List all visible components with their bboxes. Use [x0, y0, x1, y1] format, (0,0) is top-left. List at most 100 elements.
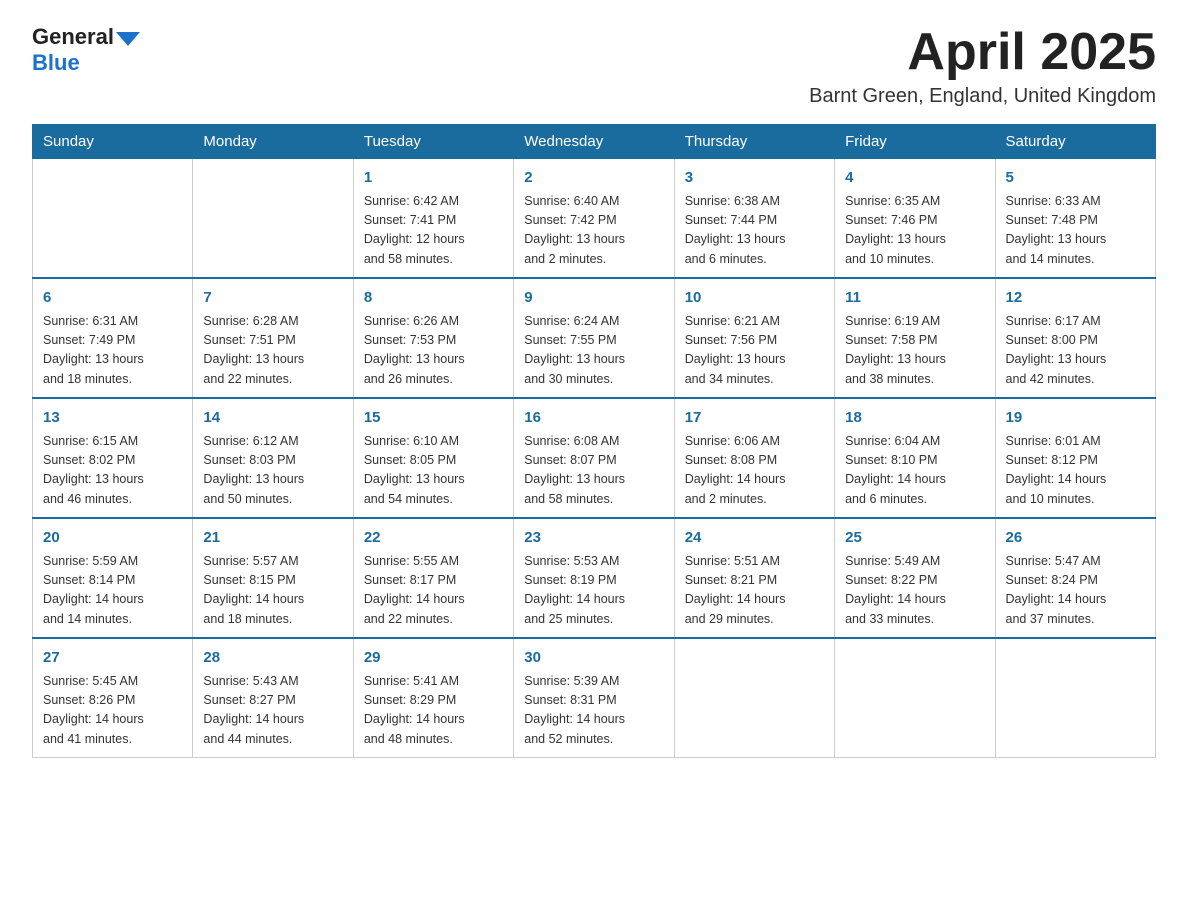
day-number: 18 — [845, 407, 984, 430]
calendar-week-row: 13Sunrise: 6:15 AMSunset: 8:02 PMDayligh… — [33, 398, 1156, 518]
calendar-cell: 27Sunrise: 5:45 AMSunset: 8:26 PMDayligh… — [33, 638, 193, 758]
day-number: 1 — [364, 167, 503, 190]
day-info: Sunrise: 5:45 AMSunset: 8:26 PMDaylight:… — [43, 672, 182, 750]
calendar-cell: 13Sunrise: 6:15 AMSunset: 8:02 PMDayligh… — [33, 398, 193, 518]
day-info: Sunrise: 6:19 AMSunset: 7:58 PMDaylight:… — [845, 312, 984, 390]
day-number: 20 — [43, 527, 182, 550]
calendar-week-row: 27Sunrise: 5:45 AMSunset: 8:26 PMDayligh… — [33, 638, 1156, 758]
calendar-cell: 20Sunrise: 5:59 AMSunset: 8:14 PMDayligh… — [33, 518, 193, 638]
day-number: 9 — [524, 287, 663, 310]
day-info: Sunrise: 5:55 AMSunset: 8:17 PMDaylight:… — [364, 552, 503, 630]
day-info: Sunrise: 6:33 AMSunset: 7:48 PMDaylight:… — [1006, 192, 1145, 270]
day-info: Sunrise: 5:41 AMSunset: 8:29 PMDaylight:… — [364, 672, 503, 750]
calendar-cell: 12Sunrise: 6:17 AMSunset: 8:00 PMDayligh… — [995, 278, 1155, 398]
calendar-week-row: 1Sunrise: 6:42 AMSunset: 7:41 PMDaylight… — [33, 159, 1156, 279]
calendar-cell — [33, 159, 193, 279]
day-number: 25 — [845, 527, 984, 550]
day-number: 7 — [203, 287, 342, 310]
calendar-header-saturday: Saturday — [995, 125, 1155, 159]
day-number: 3 — [685, 167, 824, 190]
day-info: Sunrise: 5:43 AMSunset: 8:27 PMDaylight:… — [203, 672, 342, 750]
calendar-cell: 24Sunrise: 5:51 AMSunset: 8:21 PMDayligh… — [674, 518, 834, 638]
day-info: Sunrise: 5:57 AMSunset: 8:15 PMDaylight:… — [203, 552, 342, 630]
day-info: Sunrise: 6:10 AMSunset: 8:05 PMDaylight:… — [364, 432, 503, 510]
month-title: April 2025 — [809, 24, 1156, 81]
calendar-cell: 26Sunrise: 5:47 AMSunset: 8:24 PMDayligh… — [995, 518, 1155, 638]
logo-text: General — [32, 24, 140, 50]
calendar-cell: 7Sunrise: 6:28 AMSunset: 7:51 PMDaylight… — [193, 278, 353, 398]
day-info: Sunrise: 5:39 AMSunset: 8:31 PMDaylight:… — [524, 672, 663, 750]
calendar-cell: 6Sunrise: 6:31 AMSunset: 7:49 PMDaylight… — [33, 278, 193, 398]
logo-arrow-icon — [116, 32, 140, 46]
day-number: 5 — [1006, 167, 1145, 190]
day-info: Sunrise: 6:21 AMSunset: 7:56 PMDaylight:… — [685, 312, 824, 390]
day-number: 17 — [685, 407, 824, 430]
day-info: Sunrise: 6:31 AMSunset: 7:49 PMDaylight:… — [43, 312, 182, 390]
day-number: 19 — [1006, 407, 1145, 430]
day-info: Sunrise: 5:49 AMSunset: 8:22 PMDaylight:… — [845, 552, 984, 630]
day-info: Sunrise: 6:06 AMSunset: 8:08 PMDaylight:… — [685, 432, 824, 510]
calendar-week-row: 20Sunrise: 5:59 AMSunset: 8:14 PMDayligh… — [33, 518, 1156, 638]
calendar-cell: 23Sunrise: 5:53 AMSunset: 8:19 PMDayligh… — [514, 518, 674, 638]
calendar-header-monday: Monday — [193, 125, 353, 159]
day-info: Sunrise: 6:38 AMSunset: 7:44 PMDaylight:… — [685, 192, 824, 270]
calendar-cell: 3Sunrise: 6:38 AMSunset: 7:44 PMDaylight… — [674, 159, 834, 279]
calendar-cell: 30Sunrise: 5:39 AMSunset: 8:31 PMDayligh… — [514, 638, 674, 758]
day-number: 24 — [685, 527, 824, 550]
calendar-header-sunday: Sunday — [33, 125, 193, 159]
calendar-cell: 11Sunrise: 6:19 AMSunset: 7:58 PMDayligh… — [835, 278, 995, 398]
day-number: 2 — [524, 167, 663, 190]
calendar-cell: 2Sunrise: 6:40 AMSunset: 7:42 PMDaylight… — [514, 159, 674, 279]
calendar-cell: 14Sunrise: 6:12 AMSunset: 8:03 PMDayligh… — [193, 398, 353, 518]
day-info: Sunrise: 6:26 AMSunset: 7:53 PMDaylight:… — [364, 312, 503, 390]
day-info: Sunrise: 5:59 AMSunset: 8:14 PMDaylight:… — [43, 552, 182, 630]
day-number: 21 — [203, 527, 342, 550]
calendar-table: SundayMondayTuesdayWednesdayThursdayFrid… — [32, 124, 1156, 758]
day-number: 8 — [364, 287, 503, 310]
day-number: 4 — [845, 167, 984, 190]
day-info: Sunrise: 6:01 AMSunset: 8:12 PMDaylight:… — [1006, 432, 1145, 510]
calendar-cell: 29Sunrise: 5:41 AMSunset: 8:29 PMDayligh… — [353, 638, 513, 758]
calendar-header-tuesday: Tuesday — [353, 125, 513, 159]
calendar-cell: 16Sunrise: 6:08 AMSunset: 8:07 PMDayligh… — [514, 398, 674, 518]
day-info: Sunrise: 6:15 AMSunset: 8:02 PMDaylight:… — [43, 432, 182, 510]
day-info: Sunrise: 6:24 AMSunset: 7:55 PMDaylight:… — [524, 312, 663, 390]
day-info: Sunrise: 5:47 AMSunset: 8:24 PMDaylight:… — [1006, 552, 1145, 630]
day-number: 30 — [524, 647, 663, 670]
day-number: 28 — [203, 647, 342, 670]
logo-blue: Blue — [32, 50, 80, 76]
calendar-cell: 19Sunrise: 6:01 AMSunset: 8:12 PMDayligh… — [995, 398, 1155, 518]
calendar-cell: 28Sunrise: 5:43 AMSunset: 8:27 PMDayligh… — [193, 638, 353, 758]
calendar-cell: 21Sunrise: 5:57 AMSunset: 8:15 PMDayligh… — [193, 518, 353, 638]
calendar-cell: 22Sunrise: 5:55 AMSunset: 8:17 PMDayligh… — [353, 518, 513, 638]
day-number: 16 — [524, 407, 663, 430]
day-number: 15 — [364, 407, 503, 430]
day-number: 22 — [364, 527, 503, 550]
day-number: 29 — [364, 647, 503, 670]
day-info: Sunrise: 6:12 AMSunset: 8:03 PMDaylight:… — [203, 432, 342, 510]
calendar-cell: 17Sunrise: 6:06 AMSunset: 8:08 PMDayligh… — [674, 398, 834, 518]
day-number: 10 — [685, 287, 824, 310]
calendar-header-row: SundayMondayTuesdayWednesdayThursdayFrid… — [33, 125, 1156, 159]
day-info: Sunrise: 6:04 AMSunset: 8:10 PMDaylight:… — [845, 432, 984, 510]
logo: General Blue — [32, 24, 140, 76]
day-number: 27 — [43, 647, 182, 670]
calendar-cell: 9Sunrise: 6:24 AMSunset: 7:55 PMDaylight… — [514, 278, 674, 398]
calendar-cell — [835, 638, 995, 758]
calendar-cell — [193, 159, 353, 279]
day-number: 13 — [43, 407, 182, 430]
title-section: April 2025 Barnt Green, England, United … — [809, 24, 1156, 108]
calendar-cell — [674, 638, 834, 758]
day-info: Sunrise: 5:51 AMSunset: 8:21 PMDaylight:… — [685, 552, 824, 630]
day-info: Sunrise: 6:17 AMSunset: 8:00 PMDaylight:… — [1006, 312, 1145, 390]
calendar-cell: 10Sunrise: 6:21 AMSunset: 7:56 PMDayligh… — [674, 278, 834, 398]
day-number: 6 — [43, 287, 182, 310]
calendar-cell: 8Sunrise: 6:26 AMSunset: 7:53 PMDaylight… — [353, 278, 513, 398]
day-info: Sunrise: 6:40 AMSunset: 7:42 PMDaylight:… — [524, 192, 663, 270]
day-info: Sunrise: 6:08 AMSunset: 8:07 PMDaylight:… — [524, 432, 663, 510]
day-number: 14 — [203, 407, 342, 430]
calendar-cell: 5Sunrise: 6:33 AMSunset: 7:48 PMDaylight… — [995, 159, 1155, 279]
logo-general: General — [32, 24, 114, 50]
calendar-header-friday: Friday — [835, 125, 995, 159]
day-info: Sunrise: 6:28 AMSunset: 7:51 PMDaylight:… — [203, 312, 342, 390]
